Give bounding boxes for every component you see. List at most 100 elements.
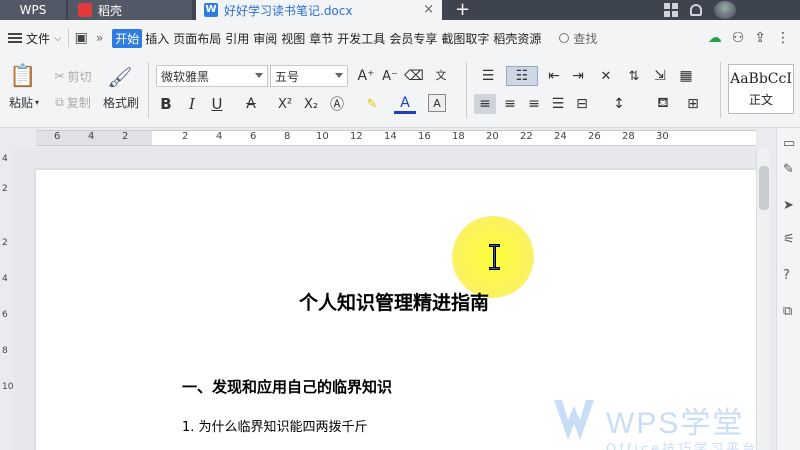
sort-icon[interactable]: ⇅ xyxy=(624,66,644,86)
paste-button[interactable]: 粘贴 ▾ xyxy=(4,94,44,110)
font-color-icon[interactable]: A xyxy=(394,94,416,114)
tab-section[interactable]: 章节 xyxy=(308,30,334,47)
overflow-icon[interactable]: ⋮ xyxy=(776,30,790,46)
align-right-icon[interactable]: ≡ xyxy=(524,94,544,114)
font-name-select[interactable]: 微软雅黑 xyxy=(156,65,268,87)
tab-home[interactable]: 开始 xyxy=(112,28,143,48)
ruler-margin-left: 6 4 2 xyxy=(36,130,152,146)
collaborate-icon[interactable]: ⚇ xyxy=(732,30,745,46)
tab-document[interactable]: W 好好学习读书笔记.docx × xyxy=(196,0,442,20)
decrease-indent-icon[interactable]: ⇤ xyxy=(544,66,564,86)
tab-daoke-resources[interactable]: 稻壳资源 xyxy=(492,30,542,47)
tab-page-layout[interactable]: 页面布局 xyxy=(172,30,222,47)
watermark-sub: Office技巧学习平台 xyxy=(606,442,759,450)
chevron-down-icon xyxy=(255,73,263,78)
document-heading-1[interactable]: 一、发现和应用自己的临界知识 xyxy=(182,376,392,397)
highlight-icon[interactable]: ✎ xyxy=(360,94,384,114)
edit-pen-icon[interactable]: ✎ xyxy=(783,162,794,177)
panel-toggle-icon[interactable]: ▭ xyxy=(783,136,795,151)
chinese-layout-icon[interactable]: ✕ xyxy=(594,66,618,86)
tab-review[interactable]: 审阅 xyxy=(252,30,278,47)
notification-icon[interactable] xyxy=(690,4,702,16)
document-list-item[interactable]: 1. 为什么临界知识能四两拨千斤 xyxy=(182,416,368,435)
vertical-scrollbar[interactable] xyxy=(756,148,770,450)
tab-references[interactable]: 引用 xyxy=(224,30,250,47)
tab-developer[interactable]: 开发工具 xyxy=(336,30,386,47)
copy-button[interactable]: ⧉ 复制 xyxy=(48,94,98,110)
shading-icon[interactable]: ⛾ xyxy=(650,94,676,114)
style-normal-button[interactable]: AaBbCcI 正文 xyxy=(728,64,794,114)
cloud-sync-icon[interactable]: ☁ xyxy=(708,30,722,46)
adjust-sliders-icon[interactable]: ⚟ xyxy=(783,232,795,247)
borders-icon[interactable]: ⊞ xyxy=(680,94,706,114)
ruler-number: 16 xyxy=(418,131,431,142)
window-controls xyxy=(664,0,800,20)
share-panel-icon[interactable]: ⧉ xyxy=(783,304,792,319)
shrink-font-icon[interactable]: A⁻ xyxy=(380,66,400,86)
select-arrow-icon[interactable]: ➤ xyxy=(783,198,794,213)
show-marks-icon[interactable]: ⇲ xyxy=(650,66,670,86)
subscript-icon[interactable]: X₂ xyxy=(300,94,322,114)
tab-daoke-label: 稻壳 xyxy=(98,3,123,18)
align-left-icon[interactable]: ≡ xyxy=(474,94,496,114)
tab-screenshot-ocr[interactable]: 截图取字 xyxy=(440,30,490,47)
ruler-text-area: 2 4 6 8 10 12 14 16 18 20 22 24 26 28 30 xyxy=(152,130,756,146)
document-page[interactable]: 个人知识管理精进指南 一、发现和应用自己的临界知识 1. 为什么临界知识能四两拨… xyxy=(36,170,756,450)
superscript-icon[interactable]: X² xyxy=(274,94,296,114)
apps-grid-icon[interactable] xyxy=(664,3,678,17)
document-workspace: 个人知识管理精进指南 一、发现和应用自己的临界知识 1. 为什么临界知识能四两拨… xyxy=(14,148,756,450)
ruler-number: 28 xyxy=(622,131,635,142)
paste-icon[interactable]: 📋 xyxy=(6,62,40,90)
watermark-brand: WPS学堂 xyxy=(606,407,745,440)
table-icon[interactable]: ▦ xyxy=(676,66,696,86)
bullet-list-icon[interactable]: ☰ xyxy=(476,66,500,86)
ruler-number: 10 xyxy=(316,131,329,142)
tab-view[interactable]: 视图 xyxy=(280,30,306,47)
format-painter-button[interactable]: 格式刷 xyxy=(100,94,142,110)
underline-button[interactable]: U xyxy=(206,94,228,114)
more-icon[interactable]: » xyxy=(96,31,103,45)
ruler-number: 14 xyxy=(384,131,397,142)
ruler-number: 4 xyxy=(2,154,8,164)
cut-button[interactable]: ✂ 剪切 xyxy=(48,68,98,84)
menu-right-icons: ☁ ⚇ ⇪ ⋮ xyxy=(708,30,790,46)
search-button[interactable]: 查找 xyxy=(559,30,597,47)
tab-close-icon[interactable]: × xyxy=(423,2,434,17)
char-shading-icon[interactable]: A xyxy=(428,94,446,112)
divider xyxy=(720,62,721,118)
ruler-number: 18 xyxy=(452,131,465,142)
tab-member[interactable]: 会员专享 xyxy=(388,30,438,47)
distributed-icon[interactable]: ⊟ xyxy=(572,94,592,114)
font-size-select[interactable]: 五号 xyxy=(270,65,348,87)
tab-insert[interactable]: 插入 xyxy=(144,30,170,47)
line-spacing-icon[interactable]: ↕ xyxy=(606,94,632,114)
italic-button[interactable]: I xyxy=(182,94,202,114)
numbered-list-icon[interactable]: ☷ xyxy=(506,66,538,86)
bold-button[interactable]: B xyxy=(156,94,176,114)
align-center-icon[interactable]: ≡ xyxy=(500,94,520,114)
file-menu[interactable]: 文件 ⌵ xyxy=(0,20,62,56)
avatar[interactable] xyxy=(714,1,736,19)
new-tab-button[interactable]: + xyxy=(455,0,470,20)
text-effect-icon[interactable]: Ⓐ xyxy=(326,94,348,114)
save-icon[interactable]: ▣ xyxy=(75,30,88,46)
increase-indent-icon[interactable]: ⇥ xyxy=(568,66,588,86)
share-icon[interactable]: ⇪ xyxy=(754,30,766,46)
vertical-ruler[interactable]: 4 2 2 4 6 8 10 xyxy=(0,148,14,450)
help-icon[interactable]: ? xyxy=(783,268,790,283)
horizontal-ruler[interactable]: 6 4 2 2 4 6 8 10 12 14 16 18 20 22 24 26… xyxy=(0,128,756,148)
format-painter-icon[interactable]: 🖌 xyxy=(106,64,134,90)
grow-font-icon[interactable]: A⁺ xyxy=(356,66,376,86)
justify-icon[interactable]: ☰ xyxy=(548,94,568,114)
tab-wps-home[interactable]: WPS xyxy=(0,0,66,20)
phonetic-guide-icon[interactable]: 文 xyxy=(430,64,452,86)
scrollbar-thumb[interactable] xyxy=(759,166,769,210)
clear-format-icon[interactable]: ⌫ xyxy=(404,66,424,86)
chevron-down-icon xyxy=(335,73,343,78)
ruler-number: 2 xyxy=(182,131,189,142)
copy-label: 复制 xyxy=(66,95,91,110)
tab-daoke[interactable]: 稻壳 xyxy=(68,0,192,20)
paste-label: 粘贴 xyxy=(8,95,33,110)
strikethrough-icon[interactable]: A xyxy=(240,94,262,114)
document-title[interactable]: 个人知识管理精进指南 xyxy=(36,288,752,315)
